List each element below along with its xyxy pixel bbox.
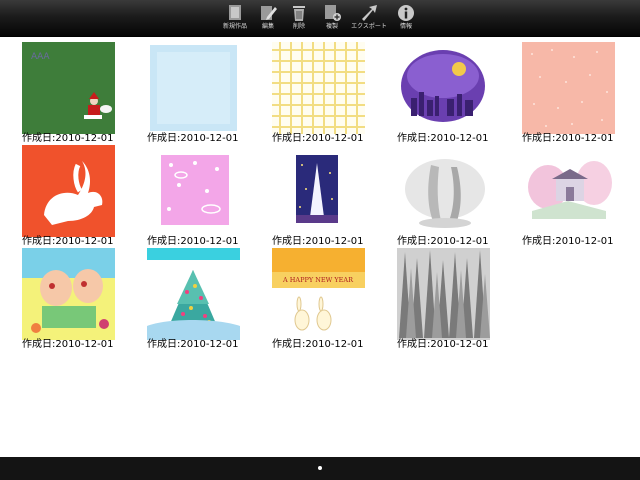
artwork-thumbnail-colorful-rabbits[interactable] [22,248,115,340]
artwork-date: 作成日:2010-12-01 [147,339,239,350]
artwork-thumbnail-purple-night[interactable] [397,42,490,134]
artwork-thumbnail-happy-new-year[interactable]: A HAPPY NEW YEAR [272,248,365,340]
artwork-item[interactable]: 作成日:2010-12-01 [250,139,365,247]
artwork-item[interactable]: 作成日:2010-12-01 [375,36,490,144]
top-toolbar: 新規作品 編集 削除 複製 エクスポート 情報 [0,0,640,37]
export-arrow-icon [362,5,377,21]
duplicate-icon [325,5,341,21]
artwork-item[interactable]: 作成日:2010-12-01 [250,36,365,144]
artwork-date: 作成日:2010-12-01 [397,339,489,350]
artwork-thumbnail-green-santa[interactable]: ААА [22,42,115,134]
artwork-item[interactable]: 作成日:2010-12-01 [125,36,240,144]
trash-icon [293,6,305,21]
info-button[interactable]: 情報 [384,3,428,35]
artwork-item[interactable]: 作成日:2010-12-01 [0,242,115,350]
artwork-date: 作成日:2010-12-01 [272,339,364,350]
artwork-grid: ААА 作成日:2010-12-01 作成日:2010-12-01 作成日:20… [0,36,640,456]
artwork-item[interactable]: 作成日:2010-12-01 [500,139,615,247]
artwork-thumbnail-gray-waterfall[interactable] [397,145,490,237]
artwork-item[interactable]: 作成日:2010-12-01 [0,139,115,247]
artwork-thumbnail-night-tower[interactable] [272,145,365,237]
svg-text:ААА: ААА [31,52,50,62]
info-label: 情報 [399,23,412,30]
artwork-thumbnail-snowy-forest[interactable] [397,248,490,340]
artwork-thumbnail-pink-shrine[interactable] [522,145,615,237]
artwork-thumbnail-christmas-tree[interactable] [147,248,240,340]
new-year-caption: A HAPPY NEW YEAR [282,276,354,284]
info-icon [398,5,414,21]
artwork-item[interactable]: 作成日:2010-12-01 [500,36,615,144]
artwork-item[interactable]: 作成日:2010-12-01 [125,242,240,350]
artwork-item[interactable]: 作成日:2010-12-01 [375,242,490,350]
artwork-thumbnail-pink-dots[interactable] [522,42,615,134]
artwork-thumbnail-light-blue[interactable] [147,42,240,134]
pencil-icon [261,6,277,20]
page-indicator-dot[interactable] [318,466,322,470]
artwork-thumbnail-pink-rabbits[interactable] [147,145,240,237]
artwork-date: 作成日:2010-12-01 [22,339,114,350]
artwork-item[interactable]: ААА 作成日:2010-12-01 [0,36,115,144]
artwork-thumbnail-yellow-grid[interactable] [272,42,365,134]
new-document-icon [229,5,241,20]
artwork-item[interactable]: A HAPPY NEW YEAR 作成日:2010-12-01 [250,242,365,350]
artwork-thumbnail-red-rabbit[interactable] [22,145,115,237]
artwork-item[interactable]: 作成日:2010-12-01 [125,139,240,247]
bottom-bar [0,457,640,480]
artwork-item[interactable]: 作成日:2010-12-01 [375,139,490,247]
artwork-date: 作成日:2010-12-01 [522,236,614,247]
